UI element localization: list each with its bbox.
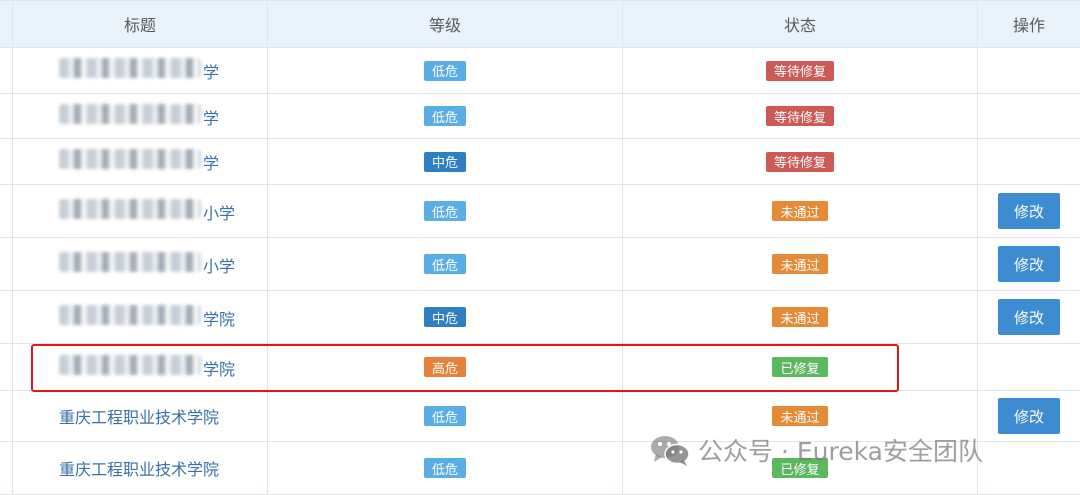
cell-title: 学 xyxy=(12,94,268,138)
cell-status: 未通过 xyxy=(623,291,978,343)
header-action: 操作 xyxy=(1012,16,1045,35)
title-link[interactable]: 学 xyxy=(59,103,220,129)
header-status: 状态 xyxy=(623,1,978,47)
status-badge: 等待修复 xyxy=(765,151,834,172)
cell-action xyxy=(978,442,1080,494)
cell-title: 重庆工程职业技术学院 xyxy=(12,442,268,494)
redacted-title xyxy=(59,354,201,375)
redacted-title xyxy=(59,149,201,169)
status-badge: 已修复 xyxy=(772,357,828,377)
cell-level: 低危 xyxy=(268,442,623,494)
title-link[interactable]: 学 xyxy=(59,58,219,83)
level-badge: 低危 xyxy=(423,458,466,478)
cell-action xyxy=(978,139,1080,184)
cell-title: 小学 xyxy=(12,185,268,237)
title-link[interactable]: 学 xyxy=(59,149,219,174)
title-link[interactable]: 学院 xyxy=(59,354,236,380)
title-suffix: 学院 xyxy=(203,359,236,379)
vulnerability-table: 标题 等级 状态 操作 学低危 等待修复学低危 等待修复学中危 等待修复 小学 低危 未通过… xyxy=(0,0,1080,495)
title-link[interactable]: 小学 xyxy=(59,251,236,277)
cell-action xyxy=(978,94,1080,138)
cell-title: 学院 xyxy=(12,291,268,343)
cell-action xyxy=(978,48,1080,93)
level-badge: 中危 xyxy=(423,307,466,327)
level-badge: 高危 xyxy=(423,357,466,377)
edit-button[interactable]: 修改 xyxy=(998,398,1060,434)
redacted-title xyxy=(59,304,201,325)
cell-action xyxy=(978,344,1080,390)
cell-status: 等待修复 xyxy=(623,94,978,138)
cell-status: 未通过 xyxy=(623,238,978,290)
table-row: 小学 低危 未通过 修改 xyxy=(0,185,1080,238)
status-badge: 未通过 xyxy=(772,201,828,221)
title-suffix: 小学 xyxy=(203,256,236,276)
level-badge: 低危 xyxy=(423,60,466,81)
title-text: 重庆工程职业技术学院 xyxy=(59,460,220,479)
table-row: 学 低危 等待修复 xyxy=(0,94,1080,139)
table-header: 标题 等级 状态 操作 xyxy=(0,0,1080,48)
title-link[interactable]: 学院 xyxy=(59,304,236,330)
status-badge: 未通过 xyxy=(772,254,828,274)
cell-action: 修改 xyxy=(978,238,1080,290)
header-level: 等级 xyxy=(268,1,623,47)
status-badge: 未通过 xyxy=(772,307,828,327)
edit-button[interactable]: 修改 xyxy=(998,246,1060,282)
title-link[interactable]: 小学 xyxy=(59,198,236,224)
cell-title: 学 xyxy=(12,139,268,184)
header-title: 标题 xyxy=(12,1,268,47)
level-badge: 低危 xyxy=(423,254,466,274)
title-text: 重庆工程职业技术学院 xyxy=(59,408,220,427)
level-badge: 中危 xyxy=(423,151,466,172)
cell-title: 小学 xyxy=(12,238,268,290)
edit-button[interactable]: 修改 xyxy=(998,299,1060,335)
cell-title: 重庆工程职业技术学院 xyxy=(12,391,268,441)
cell-level: 中危 xyxy=(268,139,623,184)
cell-status: 已修复 xyxy=(623,344,978,390)
cell-level: 低危 xyxy=(268,391,623,441)
title-suffix: 学院 xyxy=(203,309,236,329)
title-suffix: 学 xyxy=(203,63,220,82)
cell-status: 等待修复 xyxy=(623,48,978,93)
table-row: 小学 低危 未通过 修改 xyxy=(0,238,1080,291)
cell-status: 未通过 xyxy=(623,391,978,441)
table-row: 重庆工程职业技术学院 低危 已修复 xyxy=(0,442,1080,495)
cell-action: 修改 xyxy=(978,391,1080,441)
title-suffix: 学 xyxy=(203,108,220,128)
cell-level: 低危 xyxy=(268,48,623,93)
level-badge: 低危 xyxy=(423,201,466,221)
redacted-title xyxy=(59,103,201,124)
cell-level: 低危 xyxy=(268,94,623,138)
cell-title: 学 xyxy=(12,48,268,93)
redacted-title xyxy=(59,58,201,78)
redacted-title xyxy=(59,198,201,219)
cell-title: 学院 xyxy=(12,344,268,390)
cell-level: 低危 xyxy=(268,238,623,290)
cell-status: 已修复 xyxy=(623,442,978,494)
cell-status: 未通过 xyxy=(623,185,978,237)
edit-button[interactable]: 修改 xyxy=(998,193,1060,229)
table-row: 重庆工程职业技术学院 低危 未通过 修改 xyxy=(0,391,1080,442)
table-row: 学院 中危 未通过 修改 xyxy=(0,291,1080,344)
status-badge: 未通过 xyxy=(772,406,828,426)
title-suffix: 小学 xyxy=(203,203,236,223)
table-row: 学院 高危 已修复 xyxy=(0,344,1080,391)
cell-action: 修改 xyxy=(978,185,1080,237)
title-link[interactable]: 重庆工程职业技术学院 xyxy=(59,404,219,428)
status-badge: 等待修复 xyxy=(765,106,834,126)
cell-action: 修改 xyxy=(978,291,1080,343)
status-badge: 已修复 xyxy=(772,458,828,478)
cell-status: 等待修复 xyxy=(623,139,978,184)
level-badge: 低危 xyxy=(423,406,466,426)
redacted-title xyxy=(59,251,201,272)
level-badge: 低危 xyxy=(423,106,466,126)
table-row: 学 中危 等待修复 xyxy=(0,139,1080,185)
title-link[interactable]: 重庆工程职业技术学院 xyxy=(59,456,219,480)
cell-level: 高危 xyxy=(268,344,623,390)
table-row: 学 低危 等待修复 xyxy=(0,48,1080,94)
cell-level: 低危 xyxy=(268,185,623,237)
cell-level: 中危 xyxy=(268,291,623,343)
title-suffix: 学 xyxy=(203,154,220,173)
status-badge: 等待修复 xyxy=(765,60,834,81)
